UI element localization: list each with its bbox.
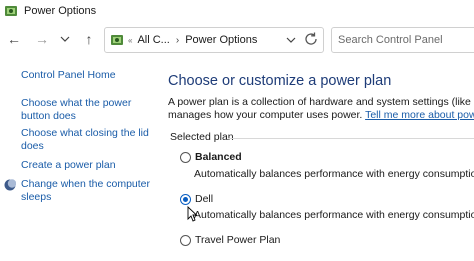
refresh-icon[interactable] [302, 30, 320, 48]
address-bar[interactable]: « All C... › Power Options [104, 27, 324, 53]
breadcrumb-all-control-panel[interactable]: All C... [137, 34, 169, 46]
sidebar-item-power-button[interactable]: Choose what the power button does [21, 97, 151, 123]
address-dropdown-icon[interactable] [285, 34, 297, 46]
power-plans-help-link[interactable]: Tell me more about power plans [365, 109, 474, 121]
radio-balanced[interactable] [180, 151, 191, 163]
recent-locations-button[interactable] [56, 30, 74, 48]
search-input[interactable] [331, 27, 474, 53]
radio-dell[interactable] [180, 193, 191, 205]
navigation-bar: ← → ↑ « All C... › Power Options [0, 24, 474, 54]
section-divider [228, 138, 474, 139]
power-options-window: Power Options ← → ↑ « All C... › Power O… [0, 0, 474, 261]
title-bar: Power Options [0, 0, 474, 22]
back-button[interactable]: ← [5, 30, 23, 48]
description-line-2: manages how your computer uses power. Te… [168, 109, 474, 122]
sidebar-item-closing-lid[interactable]: Choose what closing the lid does [21, 127, 151, 153]
forward-button[interactable]: → [33, 30, 51, 48]
plan-description-dell: Automatically balances performance with … [194, 209, 474, 221]
mouse-cursor-icon [187, 206, 197, 222]
radio-travel[interactable] [180, 234, 191, 246]
plan-option-travel[interactable]: Travel Power Plan [180, 234, 280, 246]
plan-name-balanced: Balanced [195, 151, 242, 163]
moon-icon [4, 179, 16, 191]
description-line-1: A power plan is a collection of hardware… [168, 96, 474, 108]
selected-plan-label: Selected plan [170, 131, 234, 143]
left-pane: Control Panel Home Choose what the power… [0, 62, 160, 261]
chevron-down-icon [60, 36, 70, 42]
sidebar-item-control-panel-home[interactable]: Control Panel Home [21, 69, 151, 82]
plan-option-dell[interactable]: Dell [180, 193, 213, 205]
plan-option-balanced[interactable]: Balanced [180, 151, 242, 163]
breadcrumb-overflow[interactable]: « [128, 36, 132, 45]
breadcrumb-chevron-icon[interactable]: › [176, 35, 179, 46]
power-options-icon [5, 6, 17, 16]
sidebar-item-computer-sleeps[interactable]: Change when the computer sleeps [21, 178, 151, 204]
plan-name-travel: Travel Power Plan [195, 234, 281, 246]
up-button[interactable]: ↑ [80, 30, 98, 48]
description-line-2-text: manages how your computer uses power. [168, 109, 366, 121]
plan-name-dell: Dell [195, 193, 214, 205]
page-description: A power plan is a collection of hardware… [168, 96, 474, 122]
control-panel-icon [111, 35, 123, 45]
sidebar-item-create-plan[interactable]: Create a power plan [21, 159, 151, 172]
plan-description-balanced: Automatically balances performance with … [194, 168, 474, 180]
window-title: Power Options [24, 5, 97, 17]
breadcrumb-power-options[interactable]: Power Options [185, 34, 257, 46]
page-title: Choose or customize a power plan [168, 73, 392, 89]
